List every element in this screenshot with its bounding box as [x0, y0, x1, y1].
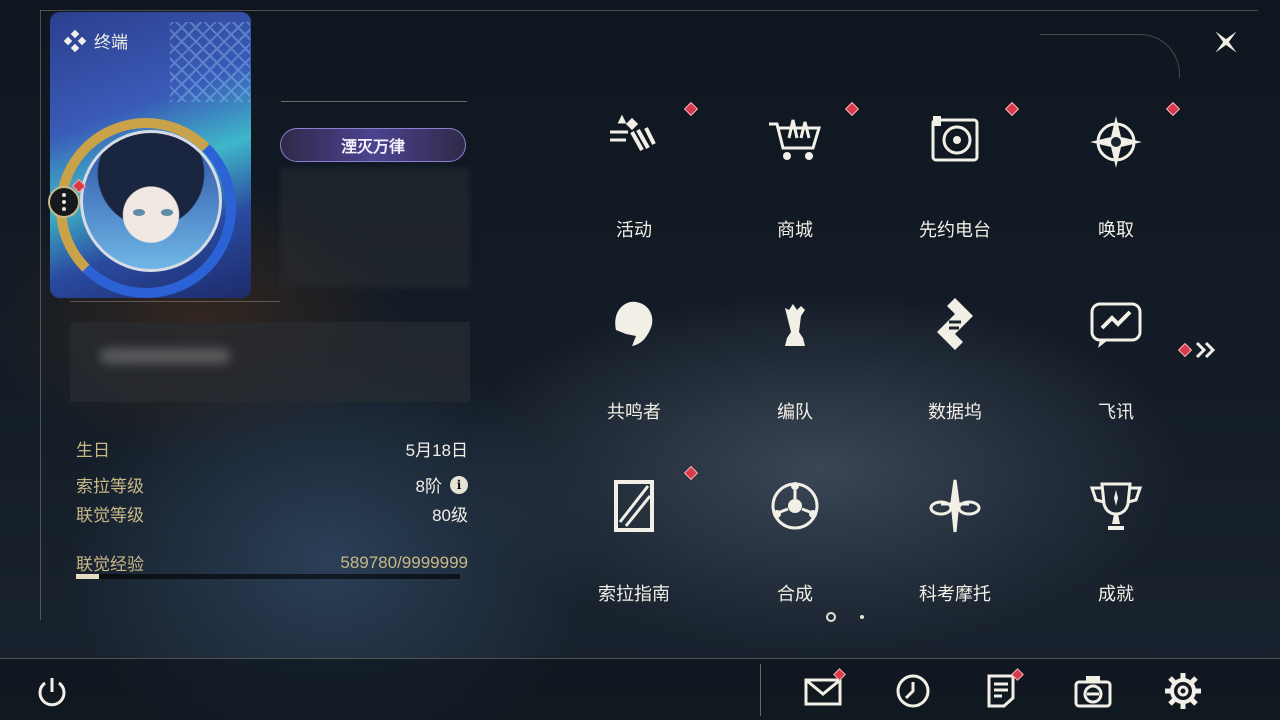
menu-item-label: 科考摩托 [919, 584, 991, 604]
synthesis-icon [763, 474, 827, 538]
menu-item[interactable]: 共鸣者 [554, 282, 714, 462]
notification-dot [1165, 101, 1181, 117]
blurred-signature [280, 168, 470, 288]
power-button[interactable] [34, 674, 70, 710]
stat-union-level: 联觉等级 80级 [76, 506, 468, 525]
stat-sola-level: 索拉等级 8阶 i [76, 472, 468, 497]
gear-icon [1165, 673, 1201, 709]
page-title: 终端 [94, 33, 128, 52]
close-icon [1215, 31, 1237, 53]
clock-icon [896, 674, 930, 708]
next-page-badge [1177, 342, 1193, 358]
menu-item-label: 唤取 [1098, 220, 1134, 240]
menu-item-label: 成就 [1098, 584, 1134, 604]
data-bank-icon [923, 292, 987, 356]
title-badge[interactable]: 湮灭万律 [280, 128, 466, 162]
menu-item[interactable]: 索拉指南 [554, 464, 714, 644]
compass-star-icon [1084, 110, 1148, 174]
chess-icon [763, 292, 827, 356]
menu-item[interactable]: 科考摩托 [875, 464, 1035, 644]
bottom-separator [760, 664, 761, 716]
exp-progress-bar [76, 574, 460, 579]
blurred-name-area [70, 322, 470, 402]
close-button[interactable] [1206, 22, 1246, 62]
camera-icon [1074, 676, 1112, 708]
mail-button[interactable] [802, 668, 846, 712]
info-icon[interactable]: i [450, 475, 468, 494]
notification-dot [683, 101, 699, 117]
clock-button[interactable] [892, 670, 934, 712]
card-divider [70, 301, 280, 302]
stat-birthday: 生日 5月18日 [76, 441, 468, 460]
menu-item-label: 活动 [616, 220, 652, 240]
title-divider [281, 101, 467, 102]
menu-item[interactable]: 唤取 [1036, 100, 1196, 280]
menu-item-label: 合成 [777, 584, 813, 604]
motorbike-icon [923, 474, 987, 538]
page-indicator [826, 612, 864, 622]
terminal-icon [64, 29, 86, 52]
trophy-icon [1084, 474, 1148, 538]
message-icon [1084, 292, 1148, 356]
menu-item[interactable]: 飞讯 [1036, 282, 1196, 462]
notification-dot [683, 465, 699, 481]
stat-union-exp: 联觉经验 589780/9999999 [76, 552, 468, 575]
radio-icon [923, 110, 987, 174]
activity-icon [602, 110, 666, 174]
menu-item[interactable]: 商城 [715, 100, 875, 280]
terminal-header: 终端 [64, 28, 128, 53]
shop-cart-icon [763, 110, 827, 174]
menu-item-label: 编队 [777, 402, 813, 422]
page-dot[interactable] [860, 615, 864, 619]
notification-dot [1004, 101, 1020, 117]
profile-more-button[interactable] [48, 186, 80, 218]
power-icon [38, 678, 66, 707]
menu-item-label: 飞讯 [1098, 402, 1134, 422]
avatar[interactable] [80, 130, 222, 272]
frame-line-top [40, 10, 1258, 11]
menu-item[interactable]: 数据坞 [875, 282, 1035, 462]
notes-button[interactable] [980, 668, 1024, 712]
menu-item-label: 商城 [777, 220, 813, 240]
menu-item[interactable]: 编队 [715, 282, 875, 462]
frame-line-left [40, 10, 41, 620]
menu-item[interactable]: 成就 [1036, 464, 1196, 644]
exp-progress-fill [76, 574, 99, 579]
next-page-button[interactable] [1177, 340, 1220, 360]
frame-curve [1040, 34, 1180, 78]
menu-item-label: 索拉指南 [598, 584, 670, 604]
menu-item[interactable]: 先约电台 [875, 100, 1035, 280]
menu-item-label: 数据坞 [928, 402, 982, 422]
guide-icon [602, 474, 666, 538]
settings-button[interactable] [1162, 670, 1204, 712]
menu-item-label: 共鸣者 [607, 402, 661, 422]
double-chevron-right-icon [1195, 341, 1216, 359]
notification-dot [844, 101, 860, 117]
resonator-icon [602, 292, 666, 356]
camera-button[interactable] [1072, 670, 1114, 712]
page-dot-active[interactable] [826, 612, 836, 622]
menu-item-label: 先约电台 [919, 220, 991, 240]
menu-item[interactable]: 活动 [554, 100, 714, 280]
